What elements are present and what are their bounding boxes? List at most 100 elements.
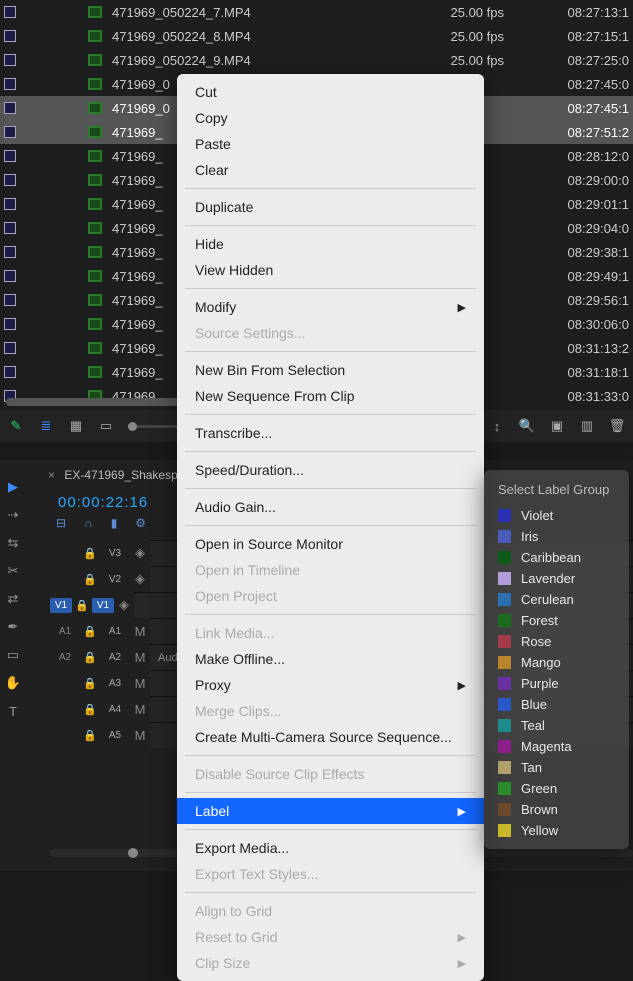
trash-icon[interactable]: 🗑 (609, 418, 625, 434)
label-chip[interactable] (4, 30, 16, 42)
menu-item-speed-duration[interactable]: Speed/Duration... (177, 457, 484, 483)
label-chip[interactable] (4, 198, 16, 210)
linked-selection-icon[interactable]: ∩ (84, 516, 93, 530)
label-option-teal[interactable]: Teal (484, 715, 629, 736)
menu-item-label: Duplicate (195, 199, 253, 215)
playhead-timecode[interactable]: 00:00:22:16 (58, 494, 148, 511)
label-option-lavender[interactable]: Lavender (484, 568, 629, 589)
menu-item-audio-gain[interactable]: Audio Gain... (177, 494, 484, 520)
label-option-green[interactable]: Green (484, 778, 629, 799)
menu-item-copy[interactable]: Copy (177, 105, 484, 131)
project-scrollbar-thumb[interactable] (6, 398, 186, 406)
label-option-caribbean[interactable]: Caribbean (484, 547, 629, 568)
menu-item-export-media[interactable]: Export Media... (177, 835, 484, 861)
edit-icon[interactable]: ✎ (8, 418, 24, 434)
toggle-output-icon[interactable]: ◈ (130, 545, 150, 561)
menu-item-label[interactable]: Label▶ (177, 798, 484, 824)
markers-icon[interactable]: ▮ (111, 516, 118, 530)
label-chip[interactable] (4, 318, 16, 330)
freeform-view-icon[interactable]: ▭ (98, 418, 114, 434)
label-chip[interactable] (4, 246, 16, 258)
clip-row[interactable]: 471969_050224_8.MP425.00 fps08:27:15:1 (0, 24, 633, 48)
menu-item-clear[interactable]: Clear (177, 157, 484, 183)
label-chip[interactable] (4, 78, 16, 90)
label-chip[interactable] (4, 222, 16, 234)
sort-icon[interactable]: ↕ (489, 418, 505, 434)
snap-icon[interactable]: ⊟ (56, 516, 66, 530)
rectangle-tool-icon[interactable]: ▭ (4, 646, 22, 664)
sequence-tab[interactable]: × EX-471969_Shakespea (48, 468, 191, 482)
label-chip[interactable] (4, 54, 16, 66)
clip-row[interactable]: 471969_050224_7.MP425.00 fps08:27:13:1 (0, 0, 633, 24)
label-name: Cerulean (521, 592, 574, 607)
selection-tool-icon[interactable]: ▶ (4, 478, 22, 496)
new-item-icon[interactable]: ▥ (579, 418, 595, 434)
menu-item-duplicate[interactable]: Duplicate (177, 194, 484, 220)
slip-tool-icon[interactable]: ⇄ (4, 590, 22, 608)
settings-icon[interactable]: ⚙ (135, 516, 146, 530)
new-bin-icon[interactable]: ▣ (549, 418, 565, 434)
hand-tool-icon[interactable]: ✋ (4, 674, 22, 692)
list-view-icon[interactable]: ≣ (38, 418, 54, 434)
label-option-purple[interactable]: Purple (484, 673, 629, 694)
razor-tool-icon[interactable]: ✂ (4, 562, 22, 580)
label-option-violet[interactable]: Violet (484, 505, 629, 526)
label-name: Forest (521, 613, 558, 628)
menu-item-paste[interactable]: Paste (177, 131, 484, 157)
menu-item-label: Modify (195, 299, 236, 315)
search-icon[interactable]: 🔍 (519, 418, 535, 434)
menu-item-proxy[interactable]: Proxy▶ (177, 672, 484, 698)
menu-item-new-bin-from-selection[interactable]: New Bin From Selection (177, 357, 484, 383)
label-chip[interactable] (4, 174, 16, 186)
mute-icon[interactable]: M (130, 650, 150, 665)
icon-view-icon[interactable]: ▦ (68, 418, 84, 434)
label-name: Caribbean (521, 550, 581, 565)
menu-item-view-hidden[interactable]: View Hidden (177, 257, 484, 283)
menu-item-modify[interactable]: Modify▶ (177, 294, 484, 320)
mute-icon[interactable]: M (130, 676, 150, 691)
label-chip[interactable] (4, 102, 16, 114)
label-chip[interactable] (4, 294, 16, 306)
mute-icon[interactable]: M (130, 624, 150, 639)
menu-item-create-multi-camera-source-sequence[interactable]: Create Multi-Camera Source Sequence... (177, 724, 484, 750)
label-option-brown[interactable]: Brown (484, 799, 629, 820)
label-option-rose[interactable]: Rose (484, 631, 629, 652)
track-select-tool-icon[interactable]: ⇢ (4, 506, 22, 524)
color-swatch (498, 782, 511, 795)
label-option-cerulean[interactable]: Cerulean (484, 589, 629, 610)
menu-item-label: Transcribe... (195, 425, 272, 441)
label-chip[interactable] (4, 366, 16, 378)
label-option-mango[interactable]: Mango (484, 652, 629, 673)
mute-icon[interactable]: M (130, 702, 150, 717)
clip-row[interactable]: 471969_050224_9.MP425.00 fps08:27:25:0 (0, 48, 633, 72)
clip-start-timecode: 08:27:15:1 (530, 29, 633, 44)
label-option-yellow[interactable]: Yellow (484, 820, 629, 841)
clip-type-icon (88, 222, 102, 234)
color-swatch (498, 740, 511, 753)
label-option-blue[interactable]: Blue (484, 694, 629, 715)
toggle-output-icon[interactable]: ◈ (114, 597, 134, 613)
label-chip[interactable] (4, 6, 16, 18)
menu-item-transcribe[interactable]: Transcribe... (177, 420, 484, 446)
label-chip[interactable] (4, 270, 16, 282)
menu-item-open-in-source-monitor[interactable]: Open in Source Monitor (177, 531, 484, 557)
label-option-iris[interactable]: Iris (484, 526, 629, 547)
label-chip[interactable] (4, 126, 16, 138)
label-chip[interactable] (4, 150, 16, 162)
pen-tool-icon[interactable]: ✒ (4, 618, 22, 636)
submenu-arrow-icon: ▶ (458, 957, 466, 970)
ripple-tool-icon[interactable]: ⇆ (4, 534, 22, 552)
label-chip[interactable] (4, 342, 16, 354)
menu-item-make-offline[interactable]: Make Offline... (177, 646, 484, 672)
label-option-forest[interactable]: Forest (484, 610, 629, 631)
menu-item-new-sequence-from-clip[interactable]: New Sequence From Clip (177, 383, 484, 409)
menu-item-hide[interactable]: Hide (177, 231, 484, 257)
label-option-tan[interactable]: Tan (484, 757, 629, 778)
menu-item-cut[interactable]: Cut (177, 79, 484, 105)
toggle-output-icon[interactable]: ◈ (130, 571, 150, 587)
label-option-magenta[interactable]: Magenta (484, 736, 629, 757)
mute-icon[interactable]: M (130, 728, 150, 743)
close-icon[interactable]: × (48, 468, 55, 482)
type-tool-icon[interactable]: T (4, 702, 22, 720)
color-swatch (498, 824, 511, 837)
